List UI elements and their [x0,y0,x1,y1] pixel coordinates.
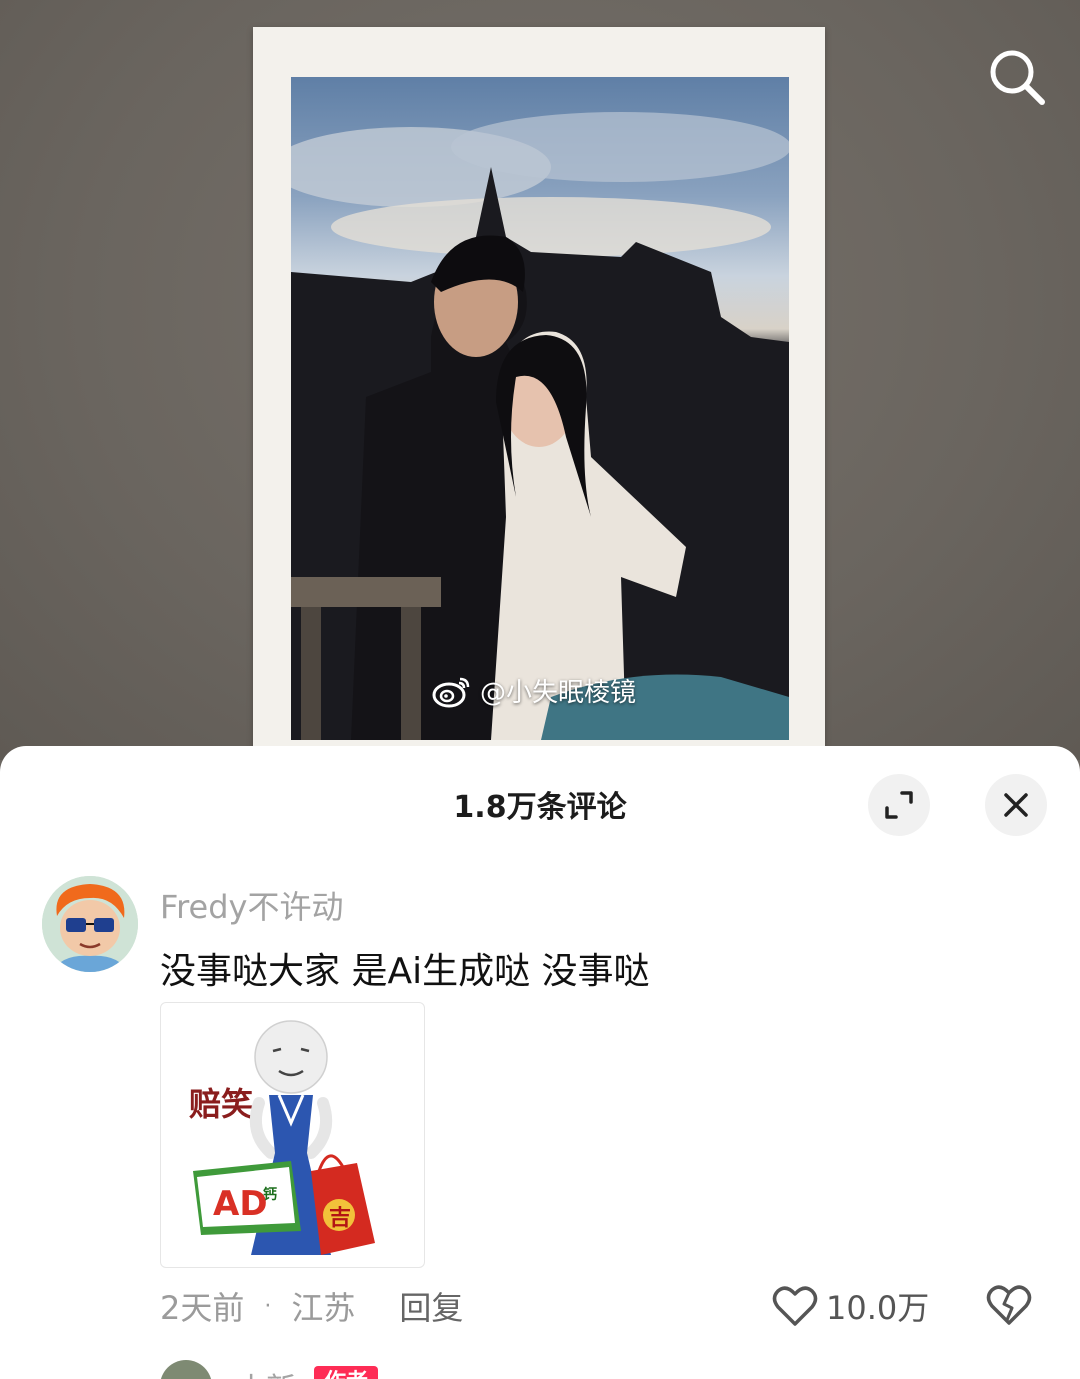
heart-icon [772,1286,818,1326]
comment-meta: 2天前 · 江苏 回复 [160,1284,463,1328]
search-button[interactable] [984,44,1048,108]
expand-button[interactable] [868,774,930,836]
polaroid-frame [253,27,825,760]
close-icon [1004,793,1028,817]
next-comment-avatar[interactable] [160,1360,212,1379]
video-background: @小失眠棱镜 [0,0,1080,760]
meta-separator: · [264,1293,272,1319]
author-badge: 作者 [314,1366,379,1379]
couple-photo [291,77,789,740]
comment-sticker-image[interactable]: 赔笑 AD 钙 吉 [160,1002,425,1268]
comment-username[interactable]: Fredy不许动 [160,882,343,928]
comments-sheet: 1.8万条评论 Fredy不许动 没事哒大家 是Ai生成哒 没事哒 赔笑 AD … [0,746,1080,1379]
reply-button[interactable]: 回复 [399,1283,463,1329]
comment-location: 江苏 [291,1289,356,1327]
photo-watermark: @小失眠棱镜 [432,672,636,709]
like-button[interactable]: 10.0万 [772,1282,929,1330]
watermark-text: @小失眠棱镜 [480,678,637,708]
expand-icon [885,791,913,819]
weibo-icon [432,677,470,707]
dislike-button[interactable] [986,1282,1032,1328]
svg-text:钙: 钙 [263,1186,277,1203]
svg-text:吉: 吉 [329,1205,351,1231]
like-count: 10.0万 [826,1289,930,1327]
svg-text:AD: AD [213,1184,268,1224]
avatar[interactable] [42,876,138,972]
close-button[interactable] [985,774,1047,836]
next-comment-username[interactable]: 小新 [236,1364,296,1379]
comment-text: 没事哒大家 是Ai生成哒 没事哒 [160,951,650,992]
broken-heart-icon [986,1285,1032,1325]
comment-time: 2天前 [160,1289,245,1327]
search-icon [990,50,1045,105]
